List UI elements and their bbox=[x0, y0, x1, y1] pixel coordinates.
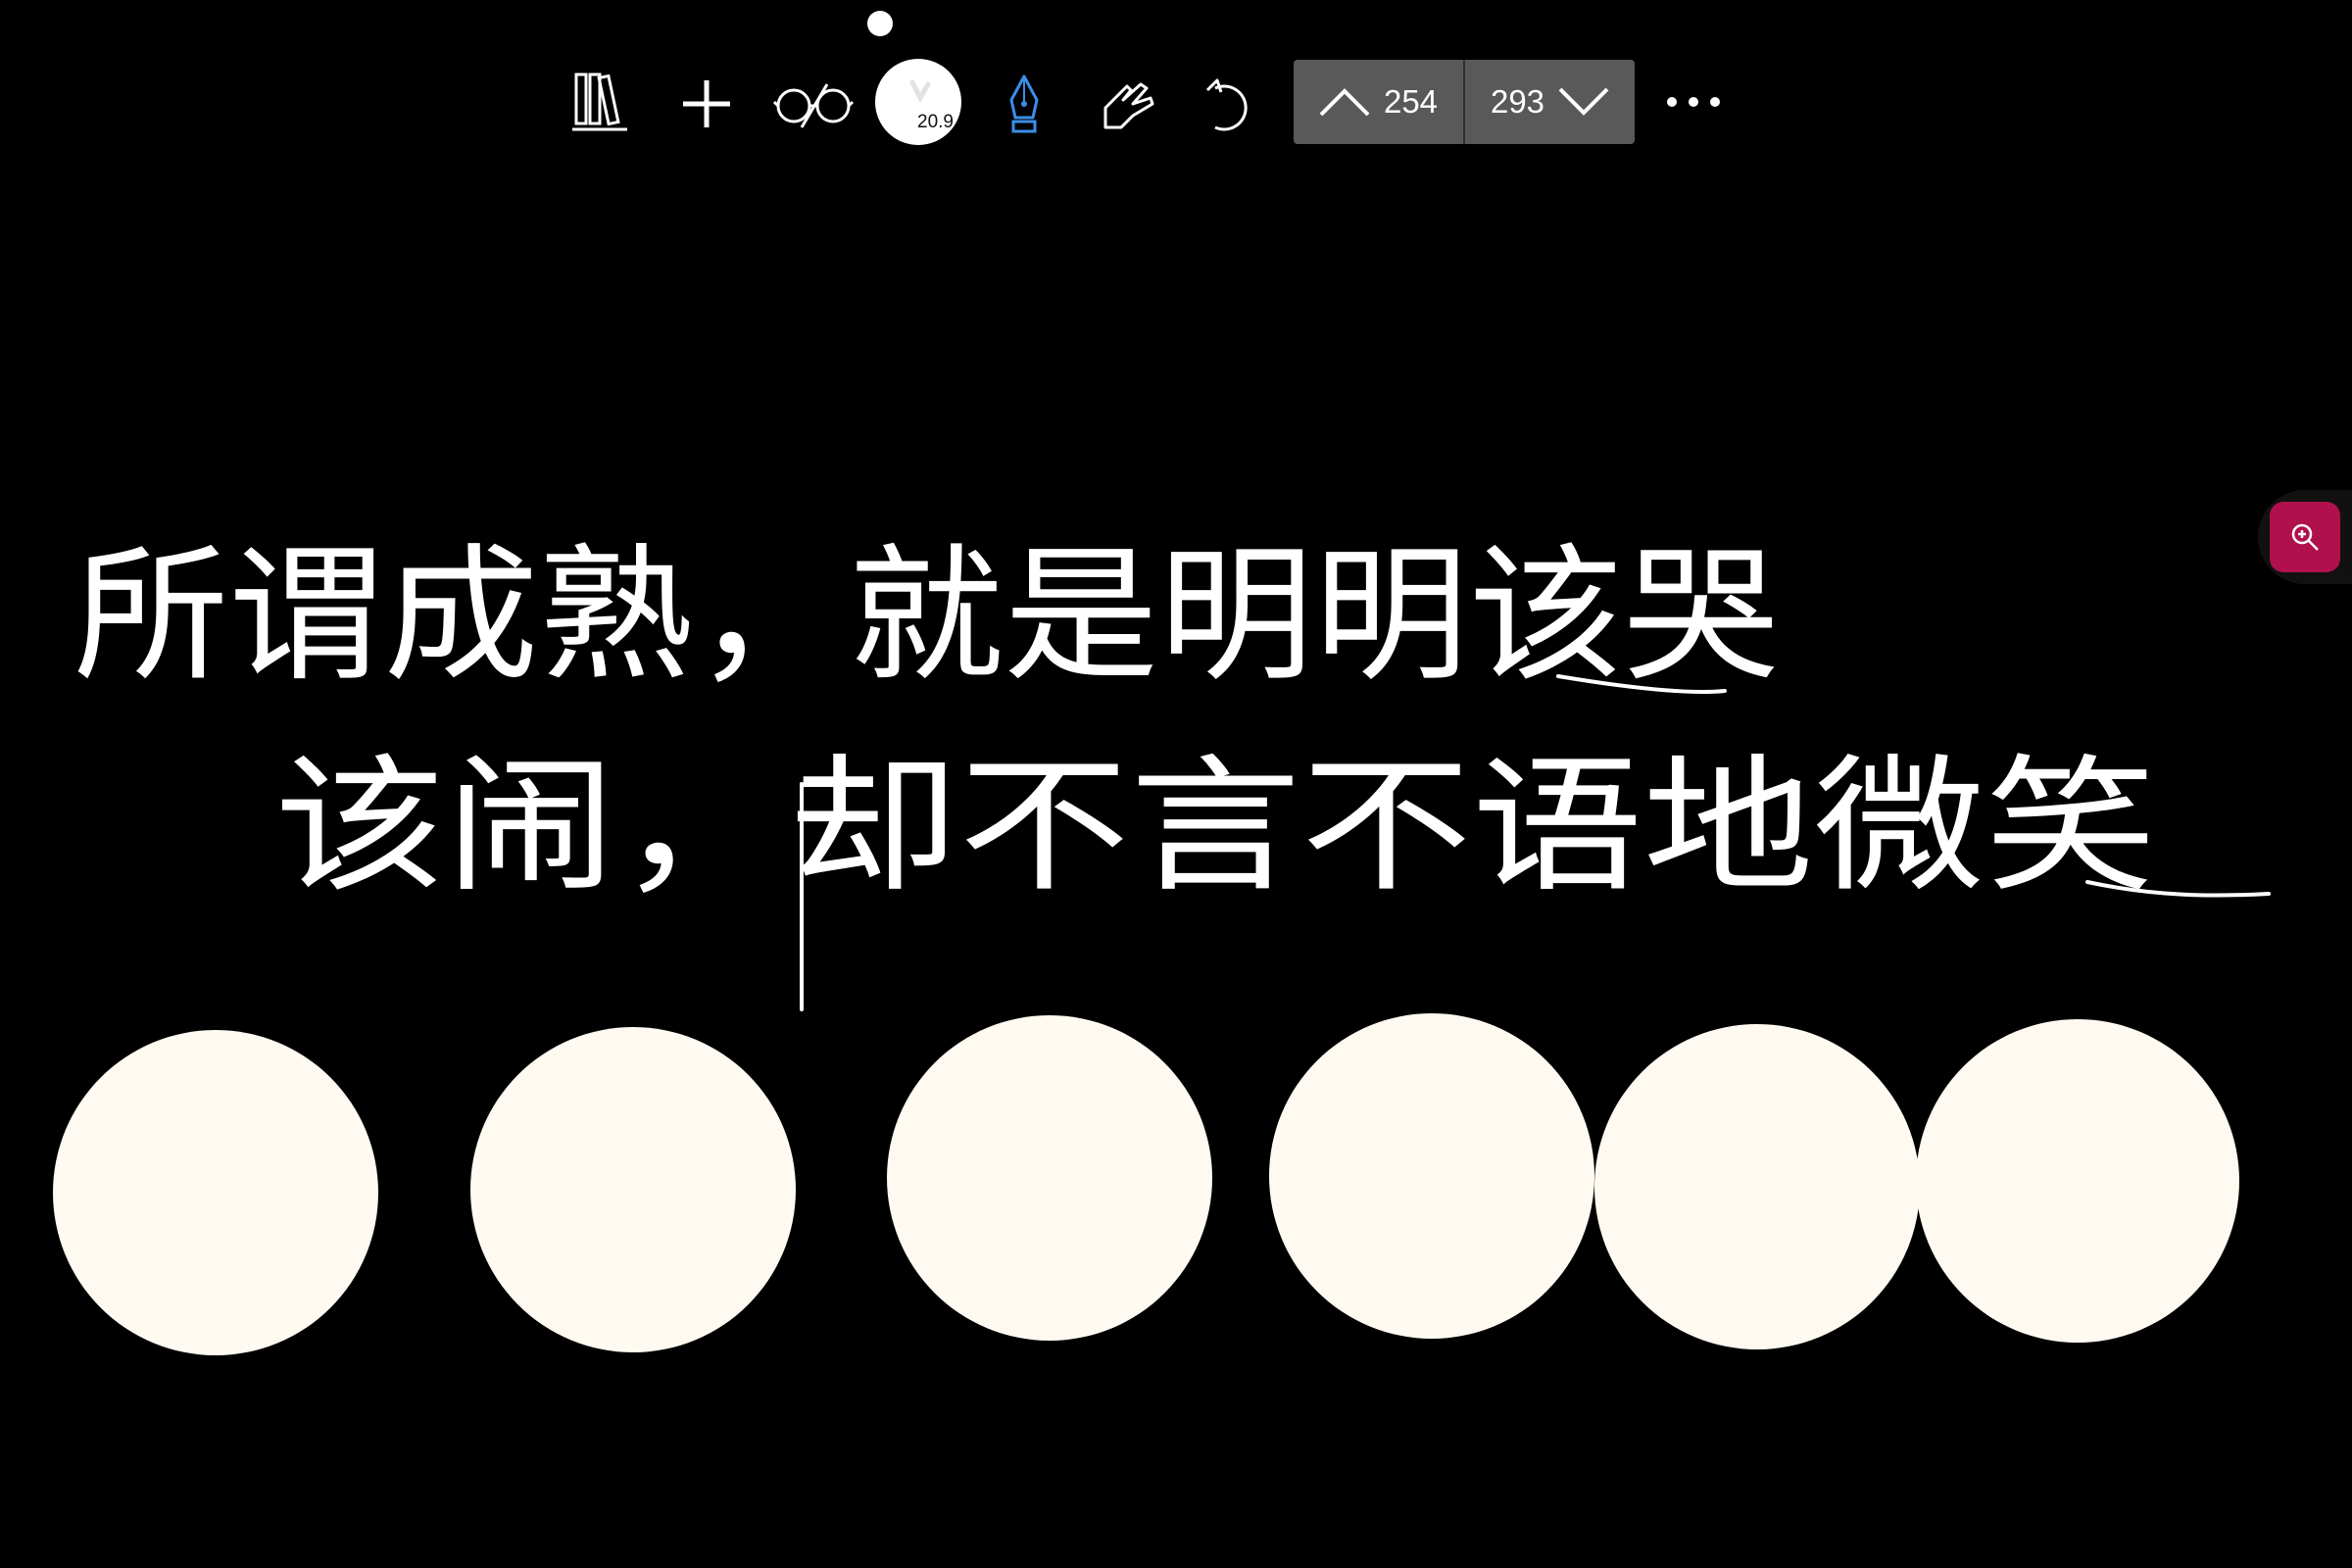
canvas-circle[interactable] bbox=[470, 1027, 796, 1352]
canvas-circle[interactable] bbox=[1269, 1013, 1594, 1339]
canvas-circle[interactable] bbox=[1594, 1024, 1920, 1349]
handwriting-line-1: 所谓成熟，就是明明该哭 bbox=[74, 531, 1779, 702]
canvas-circle[interactable] bbox=[1916, 1019, 2239, 1343]
canvas-circle[interactable] bbox=[53, 1030, 378, 1355]
handwriting-layer: 所谓成熟，就是明明该哭 该闹，却不言不语地微笑 bbox=[74, 531, 2271, 1011]
handwriting-line-2: 该闹，却不言不语地微笑 bbox=[274, 742, 2156, 912]
notes-canvas[interactable]: 20.9 254 293 所谓成熟，就是明明该哭 该闹，却不言不语地微笑 bbox=[0, 0, 2352, 1568]
canvas-circle[interactable] bbox=[887, 1015, 1212, 1341]
